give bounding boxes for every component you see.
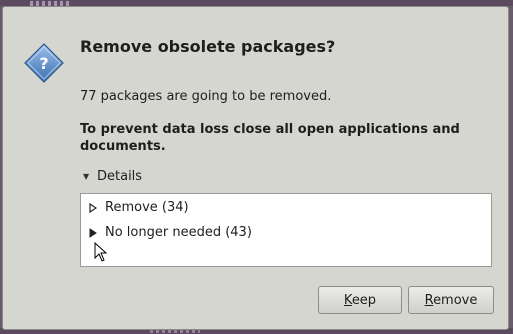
tree-row-no-longer-needed[interactable]: No longer needed (43) (89, 225, 252, 240)
expand-arrow-icon[interactable] (89, 227, 97, 238)
svg-text:?: ? (39, 54, 48, 73)
remove-packages-dialog: ? Remove obsolete packages? 77 packages … (2, 6, 509, 330)
expand-arrow-icon[interactable] (89, 202, 97, 213)
mouse-pointer-icon (94, 242, 108, 262)
keep-button[interactable]: Keep (318, 286, 402, 314)
dialog-warning: To prevent data loss close all open appl… (80, 122, 460, 154)
remove-label: emove (433, 292, 478, 308)
details-tree[interactable]: Remove (34) No longer needed (43) (80, 193, 492, 267)
remove-button[interactable]: Remove (408, 286, 494, 314)
dialog-message: 77 packages are going to be removed. (80, 89, 332, 104)
keep-mnemonic: K (343, 292, 352, 308)
tree-row-remove[interactable]: Remove (34) (89, 200, 189, 215)
question-diamond-icon: ? (24, 43, 64, 83)
keep-label: eep (351, 292, 377, 308)
tree-row-label: No longer needed (43) (105, 225, 252, 240)
details-expander[interactable]: ▼ Details (83, 169, 142, 184)
remove-mnemonic: R (424, 292, 434, 308)
details-label: Details (97, 169, 143, 184)
tree-row-label: Remove (34) (105, 200, 189, 215)
dialog-title: Remove obsolete packages? (80, 37, 336, 56)
expander-down-icon: ▼ (83, 172, 90, 181)
